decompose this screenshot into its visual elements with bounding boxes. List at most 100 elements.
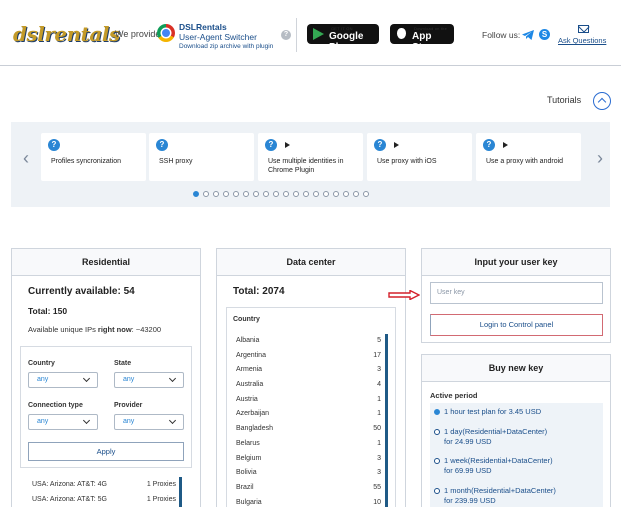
table-row[interactable]: Belarus 1: [232, 437, 381, 452]
plan-option[interactable]: 1 week(Residential+DataCenter) for 69.99 …: [430, 456, 603, 484]
proxy-count: 5: [377, 337, 381, 344]
chevron-right-icon[interactable]: ›: [597, 148, 603, 169]
carousel-dot[interactable]: [253, 191, 259, 197]
tutorial-title: Use proxy with iOS: [377, 158, 437, 165]
carousel-dot[interactable]: [233, 191, 239, 197]
carousel-dot[interactable]: [293, 191, 299, 197]
carousel-dot[interactable]: [343, 191, 349, 197]
tutorial-card[interactable]: ? Profiles syncronization: [41, 133, 146, 181]
carousel-dot[interactable]: [193, 191, 199, 197]
country-select[interactable]: any: [28, 372, 98, 388]
table-row[interactable]: Austria 1: [232, 393, 381, 408]
table-row[interactable]: Belgium 3: [232, 452, 381, 467]
country-name: Austria: [236, 395, 258, 403]
play-icon: [394, 142, 399, 148]
chevron-left-icon[interactable]: ‹: [23, 148, 29, 169]
proxy-count: 3: [377, 454, 381, 462]
carousel-dot[interactable]: [223, 191, 229, 197]
user-key-input[interactable]: User key: [430, 282, 603, 304]
proxy-count: 3: [377, 469, 381, 477]
tutorial-title: Use a proxy with android: [486, 158, 564, 165]
country-column-header: Country: [233, 316, 260, 323]
extension-name[interactable]: User-Agent Switcher: [179, 32, 257, 42]
chrome-icon[interactable]: [157, 24, 175, 42]
plan-option[interactable]: 1 month(Residential+DataCenter) for 239.9…: [430, 486, 603, 507]
table-row[interactable]: Bolivia 3: [232, 466, 381, 481]
tutorial-card[interactable]: ? Use multiple identities in Chrome Plug…: [258, 133, 363, 181]
app-store-button[interactable]: Download on the App Store: [390, 24, 454, 53]
country-filter-label: Country: [28, 360, 55, 367]
country-name: Bulgaria: [236, 498, 262, 506]
table-row[interactable]: Brazil 55: [232, 481, 381, 496]
state-filter-label: State: [114, 360, 132, 367]
plan-option[interactable]: 1 day(Residential+DataCenter) for 24.99 U…: [430, 427, 603, 455]
question-icon: ?: [48, 139, 60, 151]
datacenter-total: Total: 2074: [233, 286, 285, 297]
carousel-dot[interactable]: [353, 191, 359, 197]
help-icon[interactable]: ?: [281, 30, 291, 40]
proxy-count: 1: [377, 410, 381, 418]
state-select[interactable]: any: [114, 372, 184, 388]
extension-brand[interactable]: DSLRentals: [179, 22, 227, 32]
carousel-dot[interactable]: [313, 191, 319, 197]
login-button[interactable]: Login to Control panel: [430, 314, 603, 336]
telegram-icon[interactable]: [522, 30, 534, 40]
logo[interactable]: dslrentals: [13, 22, 120, 46]
carousel-dot[interactable]: [323, 191, 329, 197]
carousel-dot[interactable]: [263, 191, 269, 197]
radio-unselected[interactable]: [434, 488, 440, 494]
tutorials-label[interactable]: Tutorials: [547, 95, 581, 105]
carousel-dot[interactable]: [203, 191, 209, 197]
google-play-button[interactable]: GET IT ON Google Play: [307, 24, 379, 53]
list-item[interactable]: USA: Arizona: AT&T: 5G 1 Proxies: [28, 493, 176, 507]
table-row[interactable]: Argentina 17: [232, 349, 381, 364]
country-name: Bangladesh: [236, 425, 273, 433]
buy-key-title: Buy new key: [422, 355, 610, 382]
country-name: Albania: [236, 337, 260, 344]
skype-icon[interactable]: S: [539, 29, 550, 40]
carousel-dot[interactable]: [273, 191, 279, 197]
table-row[interactable]: Albania 5: [232, 334, 381, 349]
connection-type-select[interactable]: any: [28, 414, 98, 430]
we-provide-text: We provide: [115, 29, 161, 39]
mail-icon[interactable]: [578, 25, 589, 33]
chevron-up-icon[interactable]: [593, 92, 611, 110]
table-row[interactable]: Armenia 3: [232, 363, 381, 378]
extension-download-link[interactable]: Download zip archive with plugin: [179, 43, 273, 50]
list-item[interactable]: USA: Arizona: AT&T: 4G 1 Proxies: [28, 478, 176, 493]
apply-button[interactable]: Apply: [28, 442, 184, 461]
proxy-count: 3: [377, 366, 381, 374]
carousel-dot[interactable]: [333, 191, 339, 197]
country-list-scrollbar[interactable]: [385, 334, 388, 507]
user-key-title: Input your user key: [422, 249, 610, 276]
table-row[interactable]: Bangladesh 50: [232, 422, 381, 437]
table-row[interactable]: Australia 4: [232, 378, 381, 393]
carousel-dot[interactable]: [283, 191, 289, 197]
top-bar: dslrentals We provide DSLRentals User-Ag…: [0, 0, 621, 66]
table-row[interactable]: Bulgaria 10: [232, 496, 381, 507]
proxy-count: 1: [377, 395, 381, 403]
country-name: Australia: [236, 381, 264, 389]
radio-unselected[interactable]: [434, 429, 440, 435]
ask-questions-link[interactable]: Ask Questions: [558, 36, 606, 45]
carousel-dot[interactable]: [303, 191, 309, 197]
question-icon: ?: [374, 139, 386, 151]
tutorial-card[interactable]: ? SSH proxy: [149, 133, 254, 181]
residential-scrollbar[interactable]: [179, 477, 182, 507]
tutorial-title: Profiles syncronization: [51, 158, 122, 165]
residential-total: Total: 150: [28, 306, 68, 316]
provider-select[interactable]: any: [114, 414, 184, 430]
carousel-dot[interactable]: [243, 191, 249, 197]
currently-available: Currently available: 54: [28, 286, 135, 297]
proxy-count: 10: [373, 498, 381, 506]
question-icon: ?: [156, 139, 168, 151]
table-row[interactable]: Azerbaijan 1: [232, 407, 381, 422]
tutorial-card[interactable]: ? Use a proxy with android: [476, 133, 581, 181]
radio-unselected[interactable]: [434, 458, 440, 464]
carousel-dot[interactable]: [363, 191, 369, 197]
google-play-icon: [313, 28, 324, 40]
radio-selected[interactable]: [434, 409, 440, 415]
play-icon: [503, 142, 508, 148]
tutorial-card[interactable]: ? Use proxy with iOS: [367, 133, 472, 181]
carousel-dot[interactable]: [213, 191, 219, 197]
